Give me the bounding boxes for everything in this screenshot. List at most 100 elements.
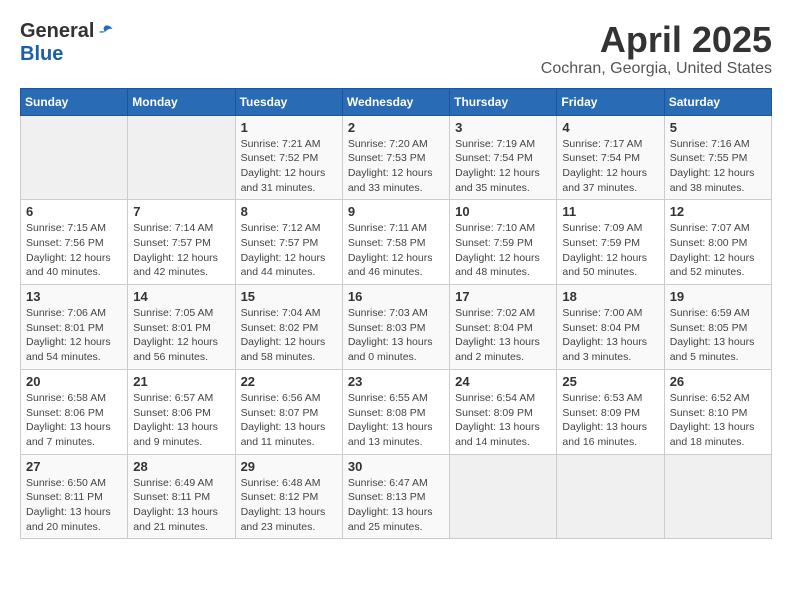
day-sunrise: Sunrise: 7:19 AM <box>455 138 535 150</box>
day-sunset: Sunset: 8:09 PM <box>455 407 533 419</box>
day-sunrise: Sunrise: 6:53 AM <box>562 392 642 404</box>
main-title: April 2025 <box>541 20 772 60</box>
day-daylight: Daylight: 13 hours and 5 minutes. <box>670 336 755 363</box>
day-sunset: Sunset: 8:01 PM <box>133 322 211 334</box>
day-number: 6 <box>26 204 122 219</box>
day-sunset: Sunset: 8:11 PM <box>26 491 103 503</box>
day-sunrise: Sunrise: 6:50 AM <box>26 477 106 489</box>
day-sunrise: Sunrise: 6:49 AM <box>133 477 213 489</box>
day-sunset: Sunset: 7:54 PM <box>562 152 640 164</box>
header-tuesday: Tuesday <box>235 88 342 115</box>
day-number: 21 <box>133 374 229 389</box>
day-sunset: Sunset: 7:57 PM <box>241 237 319 249</box>
day-number: 24 <box>455 374 551 389</box>
day-number: 19 <box>670 289 766 304</box>
title-block: April 2025 Cochran, Georgia, United Stat… <box>541 20 772 78</box>
calendar-cell: 21 Sunrise: 6:57 AM Sunset: 8:06 PM Dayl… <box>128 369 235 454</box>
day-number: 8 <box>241 204 337 219</box>
calendar-cell: 9 Sunrise: 7:11 AM Sunset: 7:58 PM Dayli… <box>342 200 449 285</box>
calendar-header-row: Sunday Monday Tuesday Wednesday Thursday… <box>21 88 772 115</box>
day-sunrise: Sunrise: 7:05 AM <box>133 307 213 319</box>
day-sunrise: Sunrise: 7:16 AM <box>670 138 750 150</box>
day-sunset: Sunset: 8:01 PM <box>26 322 104 334</box>
day-sunrise: Sunrise: 7:07 AM <box>670 222 750 234</box>
logo-blue-text: Blue <box>20 43 63 65</box>
day-sunrise: Sunrise: 7:09 AM <box>562 222 642 234</box>
day-number: 13 <box>26 289 122 304</box>
day-daylight: Daylight: 13 hours and 16 minutes. <box>562 421 647 448</box>
day-daylight: Daylight: 13 hours and 7 minutes. <box>26 421 111 448</box>
calendar-cell: 14 Sunrise: 7:05 AM Sunset: 8:01 PM Dayl… <box>128 285 235 370</box>
day-sunset: Sunset: 8:00 PM <box>670 237 748 249</box>
calendar-cell: 20 Sunrise: 6:58 AM Sunset: 8:06 PM Dayl… <box>21 369 128 454</box>
day-number: 27 <box>26 459 122 474</box>
subtitle: Cochran, Georgia, United States <box>541 60 772 78</box>
day-sunrise: Sunrise: 6:54 AM <box>455 392 535 404</box>
calendar-cell: 12 Sunrise: 7:07 AM Sunset: 8:00 PM Dayl… <box>664 200 771 285</box>
day-sunset: Sunset: 7:52 PM <box>241 152 319 164</box>
day-sunset: Sunset: 7:59 PM <box>562 237 640 249</box>
day-daylight: Daylight: 12 hours and 44 minutes. <box>241 252 326 279</box>
day-sunset: Sunset: 7:58 PM <box>348 237 426 249</box>
day-number: 2 <box>348 120 444 135</box>
day-sunrise: Sunrise: 7:15 AM <box>26 222 106 234</box>
day-sunrise: Sunrise: 6:48 AM <box>241 477 321 489</box>
day-daylight: Daylight: 12 hours and 46 minutes. <box>348 252 433 279</box>
calendar-cell: 6 Sunrise: 7:15 AM Sunset: 7:56 PM Dayli… <box>21 200 128 285</box>
day-number: 3 <box>455 120 551 135</box>
day-number: 12 <box>670 204 766 219</box>
logo-bird-icon <box>96 23 114 41</box>
day-number: 18 <box>562 289 658 304</box>
header-sunday: Sunday <box>21 88 128 115</box>
day-sunset: Sunset: 8:07 PM <box>241 407 319 419</box>
day-number: 4 <box>562 120 658 135</box>
calendar-cell: 27 Sunrise: 6:50 AM Sunset: 8:11 PM Dayl… <box>21 454 128 539</box>
day-sunrise: Sunrise: 7:21 AM <box>241 138 321 150</box>
day-sunset: Sunset: 7:54 PM <box>455 152 533 164</box>
calendar-cell: 11 Sunrise: 7:09 AM Sunset: 7:59 PM Dayl… <box>557 200 664 285</box>
day-sunset: Sunset: 7:55 PM <box>670 152 748 164</box>
calendar-cell: 26 Sunrise: 6:52 AM Sunset: 8:10 PM Dayl… <box>664 369 771 454</box>
calendar-cell <box>557 454 664 539</box>
day-number: 7 <box>133 204 229 219</box>
day-sunset: Sunset: 8:06 PM <box>26 407 104 419</box>
day-sunrise: Sunrise: 7:12 AM <box>241 222 321 234</box>
day-daylight: Daylight: 13 hours and 23 minutes. <box>241 506 326 533</box>
day-daylight: Daylight: 12 hours and 38 minutes. <box>670 167 755 194</box>
calendar-cell: 1 Sunrise: 7:21 AM Sunset: 7:52 PM Dayli… <box>235 115 342 200</box>
day-sunset: Sunset: 8:04 PM <box>455 322 533 334</box>
page-header: General Blue April 2025 Cochran, Georgia… <box>20 20 772 78</box>
day-sunrise: Sunrise: 7:17 AM <box>562 138 642 150</box>
day-sunrise: Sunrise: 7:00 AM <box>562 307 642 319</box>
logo: General Blue <box>20 20 114 66</box>
calendar-cell: 16 Sunrise: 7:03 AM Sunset: 8:03 PM Dayl… <box>342 285 449 370</box>
header-saturday: Saturday <box>664 88 771 115</box>
day-sunrise: Sunrise: 6:57 AM <box>133 392 213 404</box>
header-monday: Monday <box>128 88 235 115</box>
logo-general-text: General <box>20 20 94 43</box>
day-number: 29 <box>241 459 337 474</box>
calendar-week-row: 1 Sunrise: 7:21 AM Sunset: 7:52 PM Dayli… <box>21 115 772 200</box>
day-number: 11 <box>562 204 658 219</box>
calendar-cell: 10 Sunrise: 7:10 AM Sunset: 7:59 PM Dayl… <box>450 200 557 285</box>
calendar-week-row: 20 Sunrise: 6:58 AM Sunset: 8:06 PM Dayl… <box>21 369 772 454</box>
day-daylight: Daylight: 13 hours and 20 minutes. <box>26 506 111 533</box>
calendar-cell <box>664 454 771 539</box>
day-sunset: Sunset: 8:13 PM <box>348 491 426 503</box>
day-sunrise: Sunrise: 7:06 AM <box>26 307 106 319</box>
day-daylight: Daylight: 13 hours and 14 minutes. <box>455 421 540 448</box>
calendar-cell <box>128 115 235 200</box>
day-sunrise: Sunrise: 6:56 AM <box>241 392 321 404</box>
calendar-table: Sunday Monday Tuesday Wednesday Thursday… <box>20 88 772 540</box>
day-sunset: Sunset: 7:59 PM <box>455 237 533 249</box>
calendar-cell: 29 Sunrise: 6:48 AM Sunset: 8:12 PM Dayl… <box>235 454 342 539</box>
day-daylight: Daylight: 13 hours and 9 minutes. <box>133 421 218 448</box>
day-sunset: Sunset: 7:57 PM <box>133 237 211 249</box>
day-daylight: Daylight: 12 hours and 54 minutes. <box>26 336 111 363</box>
day-number: 30 <box>348 459 444 474</box>
day-daylight: Daylight: 12 hours and 48 minutes. <box>455 252 540 279</box>
calendar-cell: 4 Sunrise: 7:17 AM Sunset: 7:54 PM Dayli… <box>557 115 664 200</box>
calendar-cell: 25 Sunrise: 6:53 AM Sunset: 8:09 PM Dayl… <box>557 369 664 454</box>
day-daylight: Daylight: 12 hours and 37 minutes. <box>562 167 647 194</box>
day-daylight: Daylight: 12 hours and 31 minutes. <box>241 167 326 194</box>
